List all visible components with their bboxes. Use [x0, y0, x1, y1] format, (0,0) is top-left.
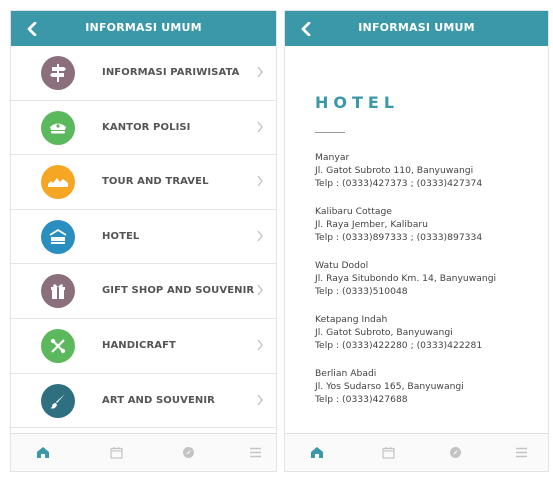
- calendar-icon: [381, 446, 395, 459]
- home-indicator: [15, 471, 79, 472]
- signpost-icon: [41, 56, 75, 90]
- chevron-right-icon: [257, 230, 263, 242]
- compass-icon: [182, 446, 194, 458]
- menu-item-label: HANDICRAFT: [102, 339, 176, 351]
- hotel-name: Watu Dodol: [315, 260, 369, 271]
- home-icon: [311, 446, 323, 458]
- info-menu-list: INFORMASI PARIWISATA KANTOR POLISI TOUR …: [11, 46, 276, 429]
- app-bar: INFORMASI UMUM: [11, 11, 276, 46]
- menu-item-hotel[interactable]: HOTEL: [11, 210, 276, 265]
- brush-icon: [41, 383, 75, 418]
- chevron-right-icon: [257, 175, 263, 187]
- menu-screen: INFORMASI UMUM INFORMASI PARIWISATA KANT…: [10, 10, 277, 472]
- home-nav-button[interactable]: [307, 443, 327, 461]
- hotel-entry: Watu Dodol Jl. Raya Situbondo Km. 14, Ba…: [315, 259, 540, 298]
- page-title: INFORMASI UMUM: [358, 21, 475, 34]
- menu-item-handicraft[interactable]: HANDICRAFT: [11, 319, 276, 374]
- calendar-nav-button[interactable]: [106, 443, 126, 461]
- menu-icon: [249, 447, 261, 457]
- compass-icon: [449, 446, 461, 458]
- hotel-address: Jl. Gatot Subroto, Banyuwangi: [315, 327, 453, 338]
- hotel-address: Jl. Gatot Subroto 110, Banyuwangi: [315, 165, 474, 176]
- hotel-phone[interactable]: Telp : (0333)427688: [315, 393, 540, 406]
- hotel-screen: INFORMASI UMUM HOTEL Manyar Jl. Gatot Su…: [284, 10, 549, 472]
- hotel-phone[interactable]: Telp : (0333)422280 ; (0333)422281: [315, 339, 540, 352]
- police-cap-icon: [41, 110, 75, 145]
- hotel-phone[interactable]: Telp : (0333)897333 ; (0333)897334: [315, 231, 540, 244]
- bottom-navigation: [11, 433, 276, 471]
- page-title: INFORMASI UMUM: [85, 21, 202, 34]
- handicraft-icon: [41, 328, 75, 363]
- hotel-phone[interactable]: Telp : (0333)510048: [315, 285, 540, 298]
- menu-nav-button[interactable]: [511, 443, 531, 461]
- app-bar: INFORMASI UMUM: [285, 11, 548, 46]
- chevron-right-icon: [257, 284, 263, 296]
- menu-nav-button[interactable]: [245, 443, 265, 461]
- hotel-phone[interactable]: Telp : (0333)427373 ; (0333)427374: [315, 177, 540, 190]
- menu-item-art-and-souvenir[interactable]: ART AND SOUVENIR: [11, 374, 276, 429]
- hotel-entry: Ketapang Indah Jl. Gatot Subroto, Banyuw…: [315, 313, 540, 352]
- hotel-address: Jl. Raya Jember, Kalibaru: [315, 219, 428, 230]
- hotel-name: Manyar: [315, 152, 350, 163]
- menu-item-kantor-polisi[interactable]: KANTOR POLISI: [11, 101, 276, 156]
- hotel-entry: Manyar Jl. Gatot Subroto 110, Banyuwangi…: [315, 151, 540, 190]
- menu-item-label: HOTEL: [102, 230, 140, 242]
- home-icon: [37, 446, 49, 458]
- section-title: HOTEL: [315, 93, 400, 112]
- chevron-right-icon: [257, 394, 263, 405]
- calendar-nav-button[interactable]: [378, 443, 398, 461]
- gift-icon: [41, 274, 75, 309]
- home-nav-button[interactable]: [33, 443, 53, 461]
- hotel-address: Jl. Yos Sudarso 165, Banyuwangi: [315, 381, 464, 392]
- calendar-icon: [109, 446, 123, 459]
- compass-nav-button[interactable]: [445, 443, 465, 461]
- compass-nav-button[interactable]: [178, 443, 198, 461]
- hotel-entry: Kalibaru Cottage Jl. Raya Jember, Kaliba…: [315, 205, 540, 244]
- hotel-content: HOTEL Manyar Jl. Gatot Subroto 110, Bany…: [285, 46, 548, 433]
- menu-item-label: ART AND SOUVENIR: [102, 394, 215, 406]
- title-divider: [315, 132, 345, 133]
- chevron-right-icon: [257, 66, 263, 78]
- menu-icon: [515, 447, 527, 457]
- bottom-navigation: [285, 433, 548, 471]
- menu-item-gift-shop-and-souvenir[interactable]: GIFT SHOP AND SOUVENIR: [11, 264, 276, 319]
- hotel-name: Kalibaru Cottage: [315, 206, 392, 217]
- home-indicator: [289, 471, 353, 472]
- travel-icon: [41, 165, 75, 200]
- chevron-right-icon: [257, 339, 263, 351]
- menu-item-label: KANTOR POLISI: [102, 121, 191, 133]
- menu-item-label: TOUR AND TRAVEL: [102, 176, 209, 188]
- menu-item-informasi-pariwisata[interactable]: INFORMASI PARIWISATA: [11, 46, 276, 101]
- hotel-name: Berlian Abadi: [315, 368, 377, 379]
- hotel-name: Ketapang Indah: [315, 314, 388, 325]
- hotel-address: Jl. Raya Situbondo Km. 14, Banyuwangi: [315, 273, 497, 284]
- menu-item-tour-and-travel[interactable]: TOUR AND TRAVEL: [11, 155, 276, 210]
- menu-item-label: INFORMASI PARIWISATA: [102, 67, 240, 78]
- hotel-entry: Berlian Abadi Jl. Yos Sudarso 165, Banyu…: [315, 367, 540, 406]
- hotel-icon: [41, 219, 75, 254]
- menu-item-label: GIFT SHOP AND SOUVENIR: [102, 285, 255, 297]
- hotel-list: Manyar Jl. Gatot Subroto 110, Banyuwangi…: [315, 151, 540, 421]
- chevron-right-icon: [257, 121, 263, 133]
